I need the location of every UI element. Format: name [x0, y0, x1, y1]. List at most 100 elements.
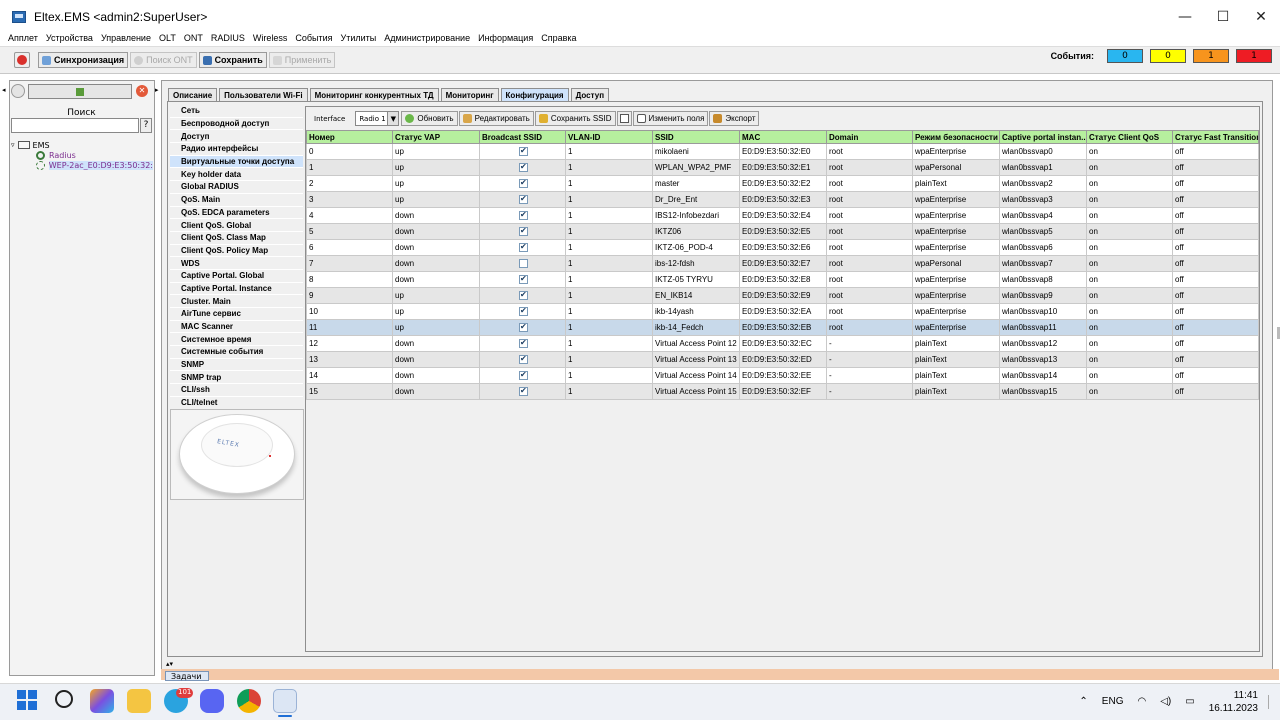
column-header-7[interactable]: Режим безопасности [912, 130, 1000, 144]
file-explorer-icon[interactable] [127, 689, 151, 713]
column-header-5[interactable]: MAC [739, 130, 827, 144]
broadcast-ssid-checkbox[interactable] [519, 306, 528, 317]
broadcast-ssid-checkbox[interactable] [519, 259, 528, 269]
menu-item-6[interactable]: Wireless [245, 33, 292, 43]
tree-node-radius[interactable]: Radius [11, 150, 153, 160]
splitter-arrows[interactable]: ▴▾ [166, 660, 173, 668]
broadcast-ssid-checkbox[interactable] [519, 370, 528, 381]
chevron-up-icon[interactable]: ⌃ [1079, 696, 1087, 707]
wifi-icon[interactable]: ◠ [1137, 696, 1146, 707]
broadcast-ssid-checkbox[interactable] [519, 274, 528, 285]
broadcast-ssid-checkbox[interactable] [519, 226, 528, 237]
events-box-info[interactable]: 0 [1107, 49, 1143, 63]
start-button[interactable] [17, 690, 37, 710]
column-header-2[interactable]: Broadcast SSID [479, 130, 566, 144]
table-row[interactable]: 6down 1IKTZ-06_POD-4E0:D9:E3:50:32:E6root… [306, 239, 1259, 256]
side-menu-item-10[interactable]: Client QoS. Class Map [170, 231, 303, 245]
tasks-tab[interactable]: Задачи [165, 671, 209, 681]
menu-item-9[interactable]: Администрирование [376, 33, 474, 43]
columns-toggle-button[interactable] [616, 111, 632, 126]
side-menu-item-20[interactable]: SNMP [170, 358, 303, 372]
side-menu-item-0[interactable]: Сеть [170, 105, 303, 118]
broadcast-ssid-checkbox[interactable] [519, 178, 528, 189]
table-row[interactable]: 7 down 1 ibs-12-fdsh E0:D9:E3:50:32:E7 root wp… [306, 255, 1259, 272]
broadcast-ssid-checkbox[interactable] [519, 162, 528, 173]
column-header-9[interactable]: Статус Client QoS [1086, 130, 1173, 144]
table-row[interactable]: 15down 1Virtual Access Point 15E0:D9:E3:5… [306, 383, 1259, 400]
table-row[interactable]: 8down 1IKTZ-05 TYRYUE0:D9:E3:50:32:E8root… [306, 271, 1259, 288]
collapse-right-arrow[interactable]: ▸ [155, 86, 159, 94]
column-header-6[interactable]: Domain [826, 130, 913, 144]
minimize-button[interactable]: — [1166, 0, 1204, 34]
side-menu-item-6[interactable]: Global RADIUS [170, 181, 303, 194]
tree-node-device[interactable]: WEP-2ac_E0:D9:E3:50:32: [11, 160, 153, 170]
side-menu-item-13[interactable]: Captive Portal. Global [170, 269, 303, 283]
side-menu-item-12[interactable]: WDS [170, 257, 303, 270]
side-menu-item-2[interactable]: Доступ [170, 130, 303, 144]
broadcast-ssid-checkbox[interactable] [519, 290, 528, 301]
side-menu-item-9[interactable]: Client QoS. Global [170, 219, 303, 232]
menu-item-5[interactable]: RADIUS [203, 33, 249, 43]
side-menu-item-19[interactable]: Системные события [170, 346, 303, 359]
tree-remove-icon[interactable]: ✕ [136, 85, 148, 97]
broadcast-ssid-checkbox[interactable] [519, 210, 528, 221]
side-menu-item-1[interactable]: Беспроводной доступ [170, 117, 303, 131]
search-help-button[interactable]: ? [140, 118, 152, 133]
tree-add-button[interactable] [28, 84, 132, 99]
table-row[interactable]: 3up 1Dr_Dre_EntE0:D9:E3:50:32:E3rootwpaEn… [306, 191, 1259, 208]
eltex-ems-taskbar-icon[interactable] [273, 689, 297, 713]
menu-item-0[interactable]: Апплет [0, 33, 42, 43]
broadcast-ssid-checkbox[interactable] [519, 194, 528, 205]
search-input[interactable] [11, 118, 139, 133]
side-menu-item-3[interactable]: Радио интерфейсы [170, 143, 303, 156]
edit-button[interactable]: Редактировать [458, 111, 534, 126]
export-button[interactable]: Экспорт [709, 111, 760, 126]
menu-item-7[interactable]: События [287, 33, 336, 43]
menu-item-11[interactable]: Справка [533, 33, 580, 43]
table-row[interactable]: 1up1WPLAN_WPA2_PMFE0:D9:E3:50:32:E1rootw… [306, 159, 1259, 176]
broadcast-ssid-checkbox[interactable] [519, 146, 528, 157]
copilot-icon[interactable] [90, 689, 114, 713]
column-header-4[interactable]: SSID [652, 130, 740, 144]
table-row[interactable]: 13down 1Virtual Access Point 13E0:D9:E3:5… [306, 351, 1259, 368]
side-menu-item-15[interactable]: Cluster. Main [170, 295, 303, 308]
tree-node-ems[interactable]: ▿ EMS [11, 140, 153, 150]
menu-item-8[interactable]: Утилиты [333, 33, 381, 43]
side-menu-item-14[interactable]: Captive Portal. Instance [170, 282, 303, 296]
side-menu-item-18[interactable]: Системное время [170, 333, 303, 347]
volume-icon[interactable]: ◁) [1160, 696, 1171, 707]
chrome-icon[interactable] [237, 689, 261, 713]
side-menu-item-21[interactable]: SNMP trap [170, 371, 303, 385]
side-menu-item-11[interactable]: Client QoS. Policy Map [170, 244, 303, 258]
show-desktop-button[interactable] [1268, 694, 1278, 709]
language-indicator[interactable]: ENG [1102, 696, 1124, 707]
side-menu-item-7[interactable]: QoS. Main [170, 193, 303, 207]
search-ont-button[interactable]: Поиск ONT [130, 52, 197, 68]
column-header-0[interactable]: Номер [306, 130, 393, 144]
side-menu-item-17[interactable]: MAC Scanner [170, 320, 303, 334]
events-box-major[interactable]: 1 [1193, 49, 1229, 63]
maximize-button[interactable]: ☐ [1204, 0, 1242, 34]
table-row[interactable]: 2up 1masterE0:D9:E3:50:32:E2rootplainText… [306, 175, 1259, 192]
column-header-10[interactable]: Статус Fast Transition [1172, 130, 1259, 144]
broadcast-ssid-checkbox[interactable] [519, 338, 528, 349]
table-row[interactable]: 4down 1IBS12-InfobezdariE0:D9:E3:50:32:E4… [306, 207, 1259, 224]
table-row[interactable]: 5down 1IKTZ06E0:D9:E3:50:32:E5rootwpaEnte… [306, 223, 1259, 240]
broadcast-ssid-checkbox[interactable] [519, 242, 528, 253]
apply-button[interactable]: Применить [268, 52, 336, 68]
events-box-warning[interactable]: 0 [1150, 49, 1186, 63]
tab-5[interactable]: Доступ [570, 88, 610, 101]
side-menu-item-8[interactable]: QoS. EDCA parameters [170, 206, 303, 220]
tab-0[interactable]: Описание [168, 88, 218, 101]
tree-refresh-icon[interactable] [11, 84, 25, 98]
collapse-left-arrow[interactable]: ◂ [2, 86, 6, 94]
column-header-1[interactable]: Статус VAP [392, 130, 480, 144]
table-row[interactable]: 10up 1ikb-14yashE0:D9:E3:50:32:EArootwpaE… [306, 303, 1259, 320]
table-row[interactable]: 12down 1Virtual Access Point 12E0:D9:E3:5… [306, 335, 1259, 352]
clock[interactable]: 11:41 16.11.2023 [1209, 689, 1258, 715]
disconnect-button[interactable] [14, 52, 30, 68]
broadcast-ssid-checkbox[interactable] [519, 322, 528, 333]
side-menu-item-23[interactable]: CLI/telnet [170, 396, 303, 410]
menu-item-1[interactable]: Устройства [38, 33, 97, 43]
broadcast-ssid-checkbox[interactable] [519, 354, 528, 365]
